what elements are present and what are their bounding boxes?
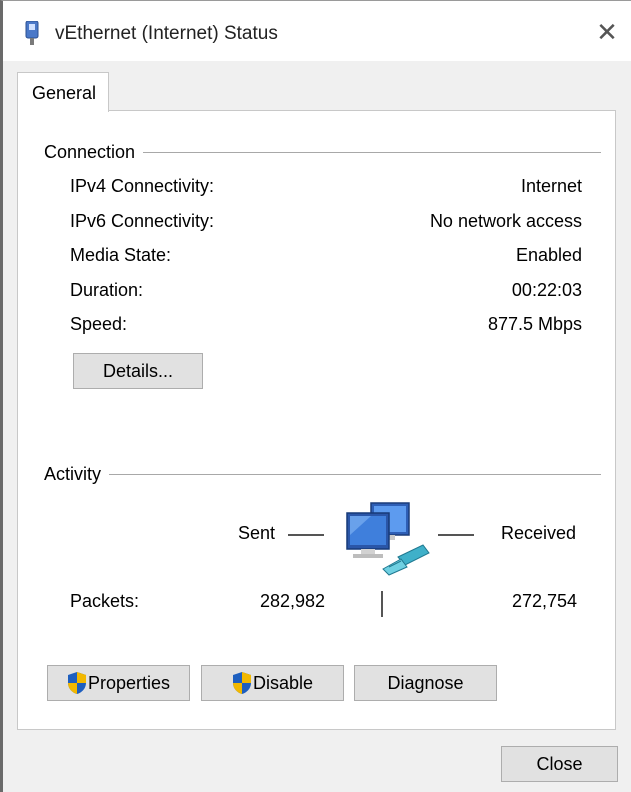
properties-button[interactable]: Properties bbox=[47, 665, 190, 701]
disable-button-label: Disable bbox=[252, 672, 314, 693]
ipv4-connectivity-value: Internet bbox=[520, 176, 582, 196]
duration-label: Duration: bbox=[70, 280, 144, 300]
activity-group-label: Activity bbox=[44, 464, 110, 485]
ipv4-connectivity-label: IPv4 Connectivity: bbox=[70, 176, 215, 196]
general-tab-panel: Connection IPv4 Connectivity: Internet I… bbox=[17, 110, 616, 730]
speed-label: Speed: bbox=[70, 314, 128, 334]
packets-separator bbox=[381, 591, 383, 617]
uac-shield-icon bbox=[67, 672, 86, 694]
ipv6-connectivity-value: No network access bbox=[429, 211, 582, 231]
activity-group-divider bbox=[44, 474, 601, 475]
details-button[interactable]: Details... bbox=[73, 353, 203, 389]
received-line bbox=[438, 534, 474, 536]
close-icon[interactable]: ✕ bbox=[593, 19, 621, 47]
connection-group-label: Connection bbox=[44, 142, 144, 163]
network-computers-icon bbox=[346, 502, 430, 576]
media-state-value: Enabled bbox=[515, 245, 582, 265]
sent-label: Sent bbox=[238, 523, 276, 543]
ipv6-connectivity-label: IPv6 Connectivity: bbox=[70, 211, 215, 231]
sent-line bbox=[288, 534, 324, 536]
window-title: vEthernet (Internet) Status bbox=[55, 23, 278, 44]
tab-general[interactable]: General bbox=[17, 72, 109, 112]
received-packets-value: 272,754 bbox=[512, 591, 578, 611]
uac-shield-icon bbox=[232, 672, 251, 694]
properties-button-label: Properties bbox=[87, 672, 171, 693]
network-adapter-icon bbox=[25, 21, 39, 45]
packets-label: Packets: bbox=[70, 591, 140, 611]
close-button[interactable]: Close bbox=[501, 746, 618, 782]
network-status-dialog: vEthernet (Internet) Status ✕ General Co… bbox=[0, 0, 631, 792]
received-label: Received bbox=[501, 523, 577, 543]
title-bar: vEthernet (Internet) Status ✕ bbox=[3, 1, 631, 61]
sent-packets-value: 282,982 bbox=[260, 591, 326, 611]
disable-button[interactable]: Disable bbox=[201, 665, 344, 701]
diagnose-button[interactable]: Diagnose bbox=[354, 665, 497, 701]
media-state-label: Media State: bbox=[70, 245, 172, 265]
speed-value: 877.5 Mbps bbox=[487, 314, 582, 334]
duration-value: 00:22:03 bbox=[511, 280, 582, 300]
